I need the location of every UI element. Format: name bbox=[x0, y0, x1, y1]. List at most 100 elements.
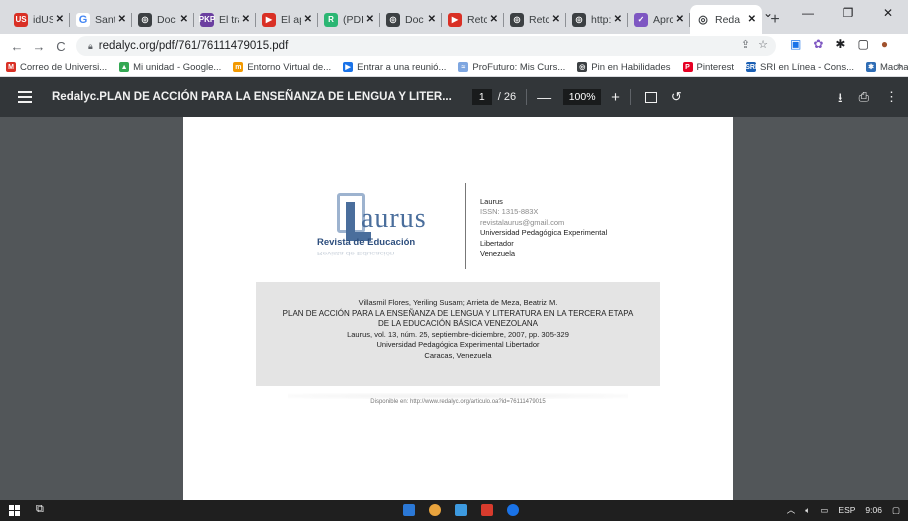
bookmark-icon: P bbox=[682, 62, 693, 72]
language-indicator[interactable]: ESP bbox=[838, 505, 855, 515]
more-bookmarks-icon[interactable]: » bbox=[896, 61, 902, 72]
browser-tab[interactable]: ◎ Retc ✕ bbox=[504, 5, 566, 34]
bookmark-item[interactable]: M Correo de Universi... bbox=[6, 62, 107, 73]
tab-strip: USidUS✕GSant✕◎Doc✕PKPEl tra✕▶El ap✕R(PDF… bbox=[0, 0, 908, 34]
print-icon[interactable]: ⎙ bbox=[859, 89, 869, 111]
browser-tab[interactable]: PKP El tra✕ bbox=[194, 5, 256, 34]
pdf-page: aurus Revista de Educación Revista de Ed… bbox=[183, 117, 733, 500]
tab-close-icon[interactable]: ✕ bbox=[676, 14, 684, 25]
browser-tab[interactable]: ✓ Aprc ✕ bbox=[628, 5, 690, 34]
tab-favicon-icon: G bbox=[76, 12, 90, 27]
extension-icons: ▣ ✿ ✱ ▢ ● bbox=[790, 37, 888, 51]
tab-title: El ap bbox=[281, 13, 301, 26]
tab-favicon-icon: US bbox=[14, 12, 28, 27]
system-tray: ︿ 🔈︎ ▭ ESP 9:06 ▢ bbox=[787, 504, 900, 516]
bookmark-item[interactable]: m Entorno Virtual de... bbox=[233, 62, 331, 73]
browser-tab[interactable]: G Sant ✕ bbox=[70, 5, 132, 34]
windows-start-icon[interactable] bbox=[9, 505, 20, 516]
network-icon[interactable]: ▭ bbox=[820, 505, 828, 516]
extension-icon[interactable]: ▣ bbox=[790, 37, 801, 51]
bookmark-item[interactable]: P Pinterest bbox=[682, 62, 734, 73]
tab-close-icon[interactable]: ✕ bbox=[180, 14, 188, 25]
bookmark-item[interactable]: ▲ Mi unidad - Google... bbox=[119, 62, 221, 73]
zoom-out-button[interactable]: — bbox=[537, 89, 551, 105]
tab-title: Aprc bbox=[653, 13, 673, 26]
pdf-viewer[interactable]: aurus Revista de Educación Revista de Ed… bbox=[0, 117, 908, 500]
tab-close-icon[interactable]: ✕ bbox=[552, 14, 560, 25]
clock[interactable]: 9:06 bbox=[865, 505, 882, 515]
menu-icon[interactable] bbox=[18, 91, 32, 103]
tab-close-icon[interactable]: ✕ bbox=[614, 14, 622, 25]
bookmark-label: SRI en Línea - Cons... bbox=[760, 61, 855, 73]
available-link[interactable]: Disponible en: http://www.redalyc.org/ar… bbox=[183, 399, 733, 405]
lock-icon: 🔒︎ bbox=[88, 40, 93, 51]
tab-favicon-icon: ▶ bbox=[448, 12, 462, 27]
bookmark-icon: SRI bbox=[745, 62, 757, 72]
task-view-icon[interactable]: ⧉ bbox=[36, 503, 44, 516]
journal-logo: aurus Revista de Educación Revista de Ed… bbox=[317, 193, 463, 257]
logo-subtitle: Revista de Educación bbox=[317, 237, 416, 248]
browser-tab[interactable]: ◎ Doc ✕ bbox=[132, 5, 194, 34]
browser-tab[interactable]: US idUS ✕ bbox=[8, 5, 70, 34]
chrome-icon[interactable] bbox=[429, 504, 441, 516]
word-icon[interactable] bbox=[403, 504, 415, 516]
zoom-in-button[interactable]: + bbox=[611, 89, 620, 106]
tab-close-icon[interactable]: ✕ bbox=[118, 14, 126, 25]
bookmark-label: Entorno Virtual de... bbox=[247, 61, 332, 73]
back-button[interactable]: ← bbox=[6, 39, 28, 54]
rotate-icon[interactable]: ↺ bbox=[671, 89, 682, 105]
browser-tab[interactable]: ◎ http: ✕ bbox=[566, 5, 628, 34]
bookmark-item[interactable]: ▶ Entrar a una reunió... bbox=[343, 62, 446, 73]
tab-close-icon[interactable]: ✕ bbox=[428, 14, 436, 25]
tab-search-icon[interactable]: ⌄ bbox=[748, 0, 788, 26]
side-panel-icon[interactable]: ▢ bbox=[857, 37, 868, 51]
chevron-up-icon[interactable]: ︿ bbox=[787, 504, 796, 516]
pdf-title: Redalyc.PLAN DE ACCIÓN PARA LA ENSEÑANZA… bbox=[52, 91, 452, 103]
bookmarks-bar: M Correo de Universi... ▲ Mi unidad - Googl… bbox=[0, 58, 908, 77]
share-icon[interactable]: ⇪ bbox=[741, 38, 750, 51]
tab-close-icon[interactable]: ✕ bbox=[304, 14, 312, 25]
bookmark-label: Correo de Universi... bbox=[20, 61, 108, 73]
download-icon[interactable]: ⭳ bbox=[838, 89, 843, 111]
bookmark-item[interactable]: ◎ Pin en Habilidades bbox=[577, 62, 671, 73]
tab-close-icon[interactable]: ✕ bbox=[490, 14, 498, 25]
volume-icon[interactable]: 🔈︎ bbox=[805, 505, 810, 516]
tab-title: Sant bbox=[95, 13, 115, 26]
notification-icon[interactable]: ▢ bbox=[892, 505, 900, 516]
close-window-button[interactable]: ✕ bbox=[868, 0, 908, 26]
bookmark-item[interactable]: ≈ ProFuturo: Mis Curs... bbox=[458, 62, 565, 73]
tab-close-icon[interactable]: ✕ bbox=[242, 14, 250, 25]
tab-close-icon[interactable]: ✕ bbox=[56, 14, 64, 25]
extension-icon[interactable]: ✿ bbox=[813, 37, 823, 51]
acrobat-icon[interactable] bbox=[481, 504, 493, 516]
bookmark-icon: ◎ bbox=[577, 62, 588, 72]
forward-button[interactable]: → bbox=[28, 39, 50, 54]
edge-icon[interactable] bbox=[507, 504, 519, 516]
browser-tab[interactable]: ◎ Doc ✕ bbox=[380, 5, 442, 34]
page-number-input[interactable]: 1 bbox=[471, 89, 492, 105]
reload-button[interactable]: C bbox=[50, 39, 72, 54]
journal-info: Laurus ISSN: 1315-883X revistalaurus@gma… bbox=[480, 197, 607, 259]
bookmark-label: Entrar a una reunió... bbox=[357, 61, 447, 73]
fit-page-icon[interactable] bbox=[644, 91, 657, 103]
file-explorer-icon[interactable] bbox=[455, 504, 467, 516]
pdf-toolbar: Redalyc.PLAN DE ACCIÓN PARA LA ENSEÑANZA… bbox=[0, 77, 908, 117]
minimize-button[interactable]: — bbox=[788, 0, 828, 26]
browser-tab[interactable]: ▶ Retc ✕ bbox=[442, 5, 504, 34]
profile-avatar[interactable]: ● bbox=[881, 37, 888, 51]
extensions-puzzle-icon[interactable]: ✱ bbox=[835, 37, 845, 51]
bookmark-icon: ≈ bbox=[458, 62, 469, 72]
tab-close-icon[interactable]: ✕ bbox=[366, 14, 374, 25]
address-bar[interactable]: 🔒︎ redalyc.org/pdf/761/76111479015.pdf ⇪… bbox=[76, 36, 776, 56]
zoom-input[interactable]: 100% bbox=[563, 89, 602, 105]
window-controls: ⌄ — ❐ ✕ bbox=[748, 0, 908, 28]
tab-favicon-icon: ◎ bbox=[510, 12, 524, 27]
more-options-icon[interactable]: ⋮ bbox=[885, 89, 898, 111]
tab-title: Retc bbox=[467, 13, 487, 26]
browser-tab[interactable]: R (PDF✕ bbox=[318, 5, 380, 34]
restore-button[interactable]: ❐ bbox=[828, 0, 868, 26]
bookmark-item[interactable]: SRI SRI en Línea - Cons... bbox=[745, 61, 855, 73]
tab-favicon-icon: ◎ bbox=[138, 12, 152, 27]
bookmark-star-icon[interactable]: ☆ bbox=[758, 38, 768, 51]
browser-tab[interactable]: ▶ El ap✕ bbox=[256, 5, 318, 34]
